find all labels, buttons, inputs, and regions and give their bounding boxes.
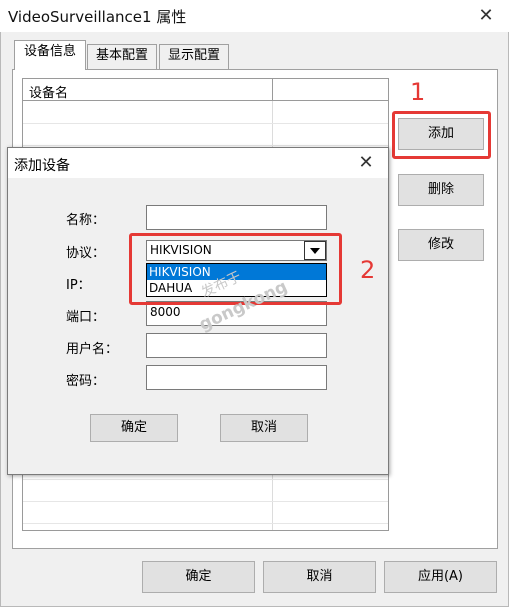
dialog-cancel-button[interactable]: 取消 (220, 414, 308, 442)
delete-button[interactable]: 删除 (398, 174, 484, 206)
annotation-step-2: 2 (360, 256, 376, 284)
column-header-divider[interactable] (272, 79, 273, 101)
dialog-ok-button[interactable]: 确定 (90, 414, 178, 442)
ip-label: IP： (66, 278, 91, 293)
annotation-step-1: 1 (410, 78, 426, 106)
username-label: 用户名： (66, 342, 119, 357)
tab-device-info[interactable]: 设备信息 (14, 40, 86, 70)
row-divider (23, 479, 388, 480)
ok-button[interactable]: 确定 (142, 561, 255, 593)
device-list-header: 设备名 (23, 79, 388, 101)
protocol-label: 协议： (66, 246, 106, 261)
apply-button[interactable]: 应用(A) (384, 561, 497, 593)
password-label: 密码： (66, 374, 106, 389)
dialog-title: 添加设备 (14, 158, 70, 174)
column-header-device-name[interactable]: 设备名 (29, 82, 68, 101)
dialog-close-icon[interactable]: ✕ (356, 153, 376, 173)
row-divider (23, 145, 388, 146)
close-icon[interactable]: ✕ (476, 6, 496, 26)
add-button[interactable]: 添加 (398, 118, 484, 150)
username-input[interactable] (146, 333, 327, 358)
cancel-button[interactable]: 取消 (263, 561, 376, 593)
dialog-titlebar: 添加设备 ✕ (8, 148, 388, 178)
window-titlebar: VideoSurveillance1 属性 ✕ (0, 0, 509, 32)
window-title: VideoSurveillance1 属性 (8, 8, 187, 26)
port-label: 端口： (66, 310, 106, 325)
password-input[interactable] (146, 365, 327, 390)
name-input[interactable] (146, 205, 327, 230)
row-divider (23, 523, 388, 524)
modify-button[interactable]: 修改 (398, 229, 484, 261)
row-divider (23, 501, 388, 502)
tab-basic-config[interactable]: 基本配置 (87, 44, 157, 69)
name-label: 名称： (66, 213, 106, 228)
row-divider (23, 123, 388, 124)
tab-display-config[interactable]: 显示配置 (159, 44, 229, 69)
